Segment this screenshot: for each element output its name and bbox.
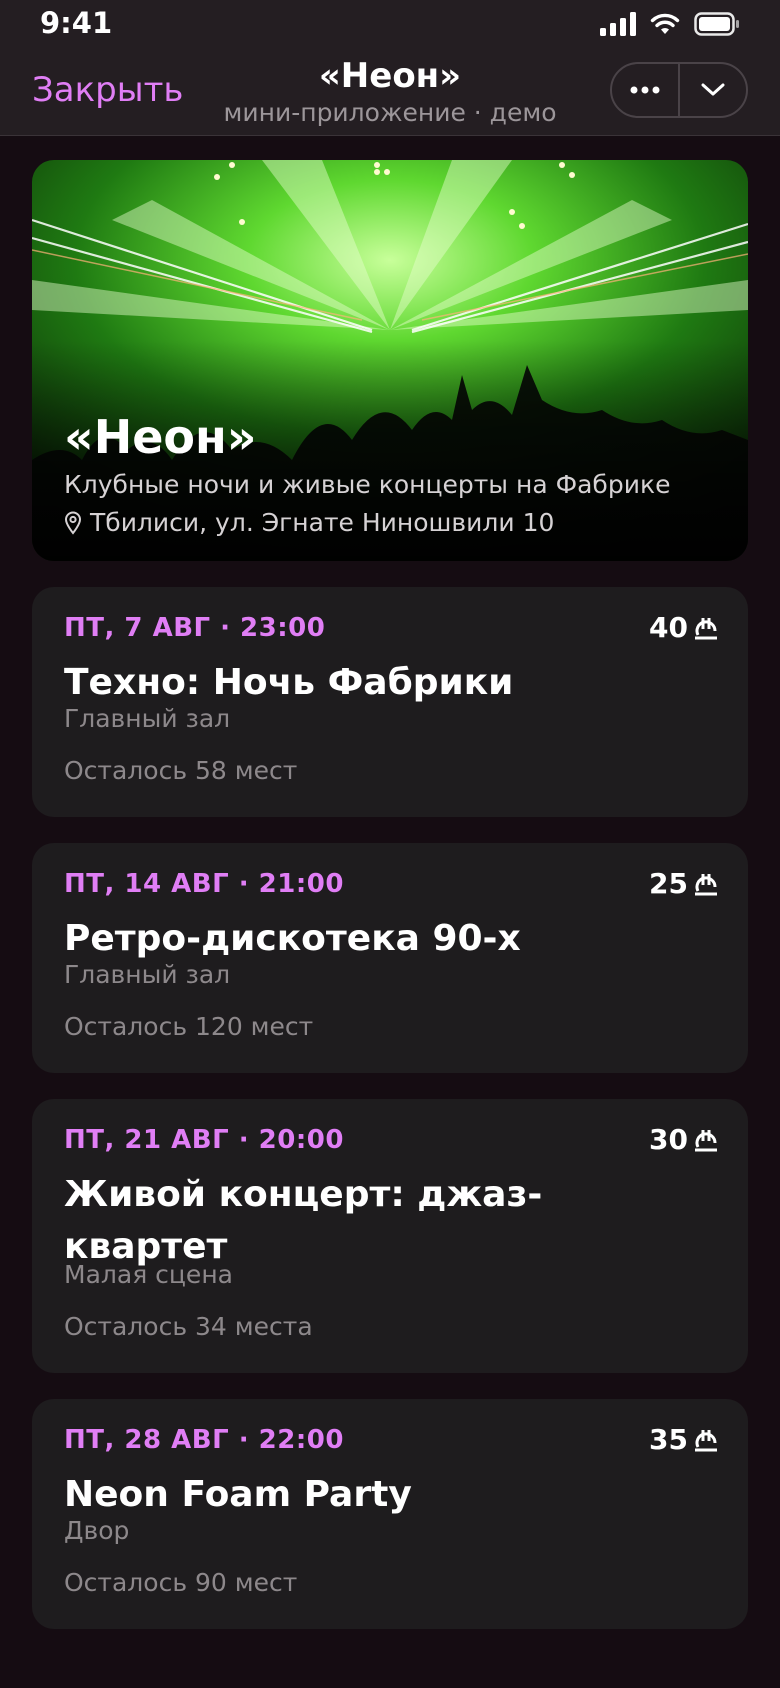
hero-text: «Неон» Клубные ночи и живые концерты на … bbox=[64, 408, 728, 542]
hero-title: «Неон» bbox=[64, 410, 257, 464]
event-seats-left: Осталось 58 мест bbox=[64, 756, 298, 785]
event-price: 25 bbox=[649, 867, 718, 900]
event-price-value: 40 bbox=[649, 611, 688, 644]
collapse-button[interactable] bbox=[680, 64, 746, 116]
event-date: ПТ, 7 АВГ · 23:00 bbox=[64, 613, 326, 643]
hero-location: Тбилиси, ул. Эгнате Ниношвили 10 bbox=[64, 504, 728, 542]
status-bar: 9:41 bbox=[0, 0, 780, 50]
mini-app-header: Закрыть «Неон» мини-приложение · демо bbox=[0, 50, 780, 136]
event-date: ПТ, 14 АВГ · 21:00 bbox=[64, 869, 344, 899]
header-title-block: «Неон» мини-приложение · демо bbox=[210, 54, 570, 128]
event-seats-left: Осталось 90 мест bbox=[64, 1568, 298, 1597]
venue-hero-banner: «Неон» Клубные ночи и живые концерты на … bbox=[32, 160, 748, 561]
event-card[interactable]: ПТ, 28 АВГ · 22:00 35 Neon Foam Party Дв… bbox=[32, 1399, 748, 1629]
event-card[interactable]: ПТ, 14 АВГ · 21:00 25 Ретро-дискотека 90… bbox=[32, 843, 748, 1073]
event-venue: Малая сцена bbox=[64, 1260, 233, 1289]
signal-icon bbox=[600, 12, 636, 36]
event-price: 40 bbox=[649, 611, 718, 644]
lari-icon bbox=[695, 1129, 717, 1151]
location-pin-icon bbox=[64, 511, 82, 535]
lari-icon bbox=[695, 1429, 717, 1451]
event-title: Техно: Ночь Фабрики bbox=[64, 662, 514, 703]
more-button[interactable] bbox=[612, 64, 678, 116]
event-price: 35 bbox=[649, 1423, 718, 1456]
app-subtitle: мини-приложение · демо bbox=[223, 98, 557, 127]
lari-icon bbox=[695, 873, 717, 895]
more-icon bbox=[630, 86, 660, 94]
status-icons bbox=[600, 12, 740, 36]
event-seats-left: Осталось 34 места bbox=[64, 1312, 313, 1341]
event-venue: Главный зал bbox=[64, 704, 231, 733]
event-card[interactable]: ПТ, 7 АВГ · 23:00 40 Техно: Ночь Фабрики… bbox=[32, 587, 748, 817]
wifi-icon bbox=[650, 13, 680, 34]
battery-icon bbox=[694, 12, 739, 36]
app-title: «Неон» bbox=[318, 56, 462, 96]
event-date: ПТ, 21 АВГ · 20:00 bbox=[64, 1125, 344, 1155]
event-price: 30 bbox=[649, 1123, 718, 1156]
chevron-down-icon bbox=[701, 83, 725, 96]
status-time: 9:41 bbox=[40, 6, 113, 40]
event-title: Ретро-дискотека 90-х bbox=[64, 918, 521, 959]
event-seats-left: Осталось 120 мест bbox=[64, 1012, 314, 1041]
hero-location-text: Тбилиси, ул. Эгнате Ниношвили 10 bbox=[90, 508, 555, 537]
lari-icon bbox=[695, 617, 717, 639]
hero-description: Клубные ночи и живые концерты на Фабрике bbox=[64, 470, 671, 499]
event-title: Живой концерт: джаз-квартет bbox=[64, 1174, 543, 1267]
close-button[interactable]: Закрыть bbox=[32, 70, 183, 110]
event-price-value: 25 bbox=[649, 867, 688, 900]
header-actions-pill bbox=[610, 62, 748, 118]
event-venue: Двор bbox=[64, 1516, 130, 1545]
event-card[interactable]: ПТ, 21 АВГ · 20:00 30 Живой концерт: джа… bbox=[32, 1099, 748, 1373]
event-title: Neon Foam Party bbox=[64, 1474, 412, 1515]
event-price-value: 35 bbox=[649, 1423, 688, 1456]
event-date: ПТ, 28 АВГ · 22:00 bbox=[64, 1425, 344, 1455]
event-venue: Главный зал bbox=[64, 960, 231, 989]
event-price-value: 30 bbox=[649, 1123, 688, 1156]
